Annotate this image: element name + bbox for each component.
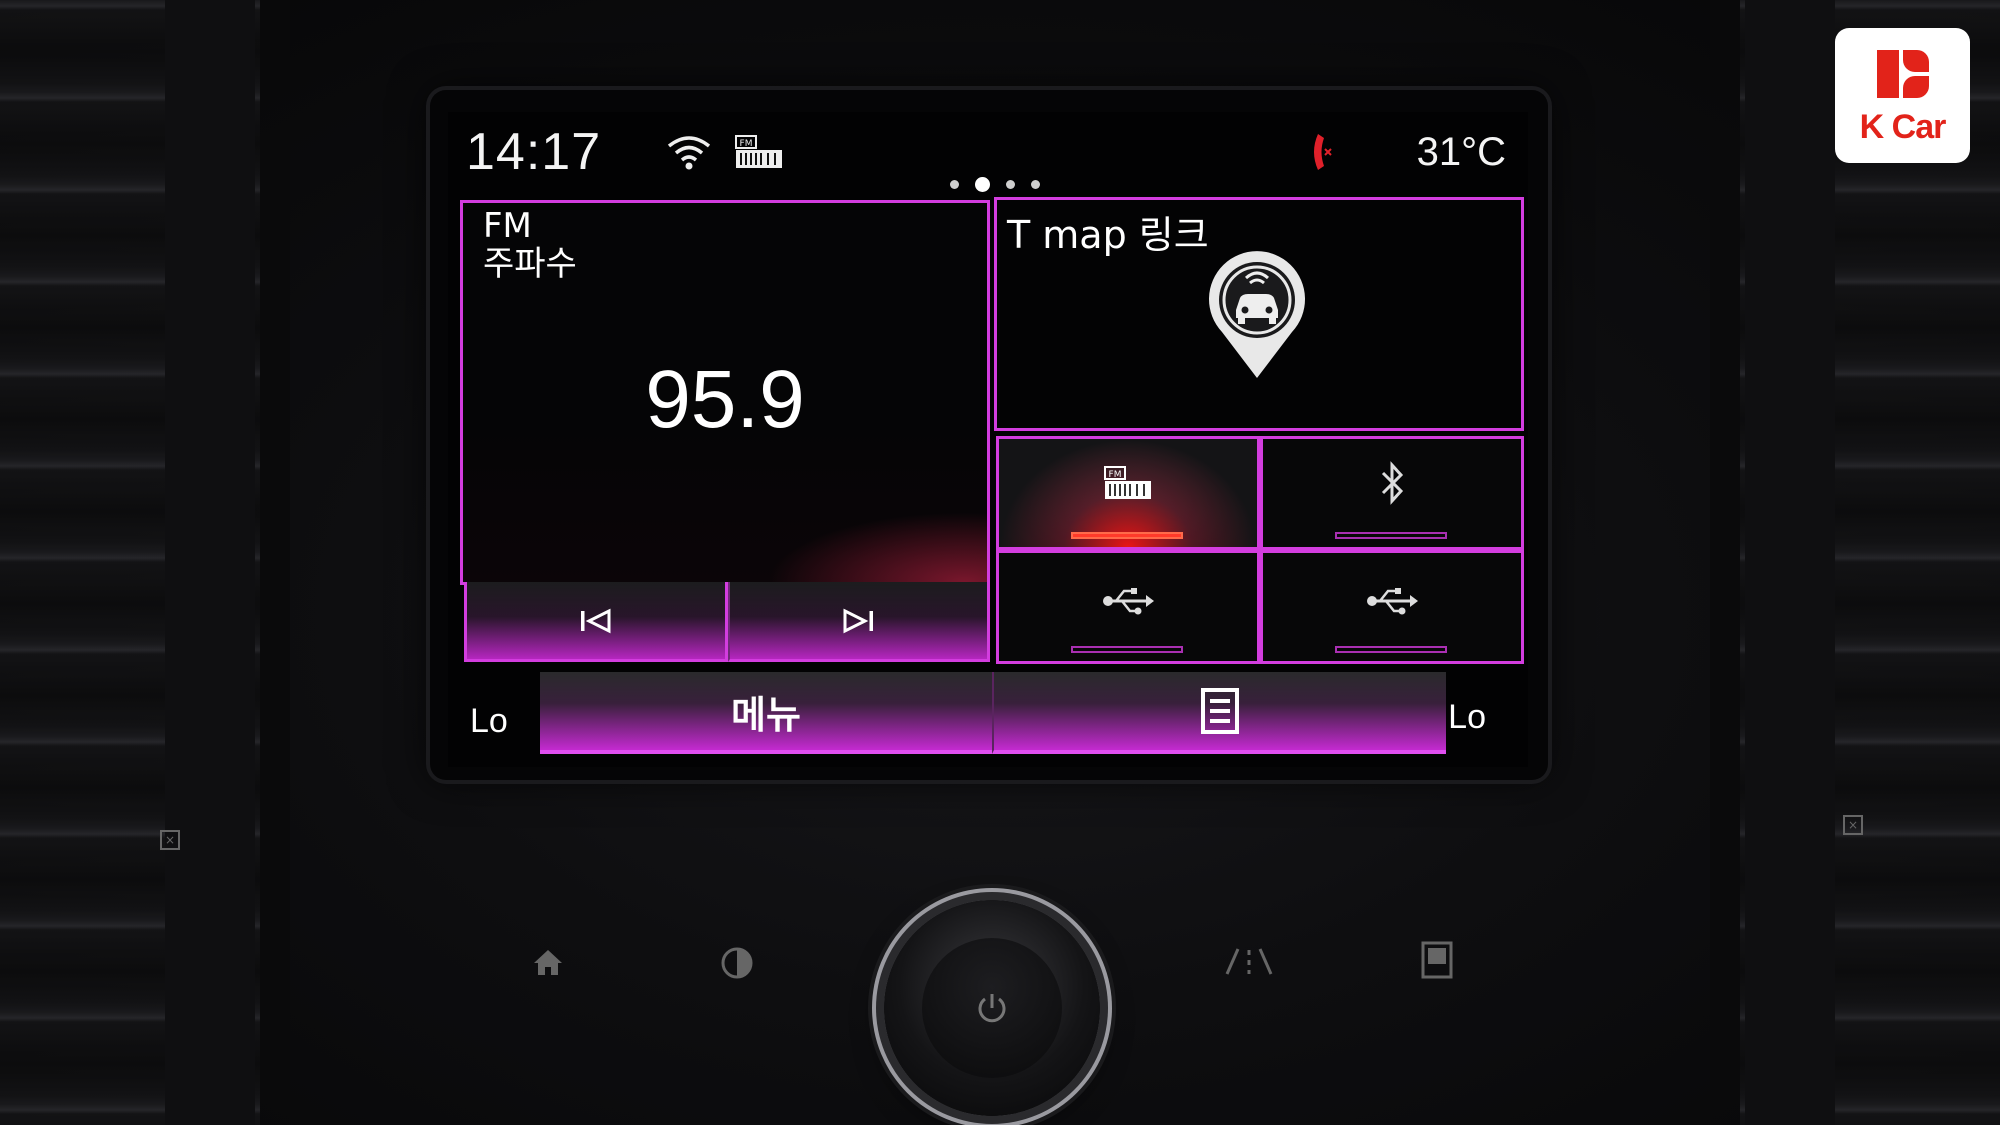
list-button[interactable] [992, 672, 1446, 754]
tmap-car-pin-icon [1209, 251, 1305, 378]
home-icon[interactable] [532, 946, 564, 978]
k-car-logo: K Car [1835, 28, 1970, 163]
fm-radio-icon: FM [1104, 466, 1151, 499]
k-car-wordmark: K Car [1859, 108, 1947, 146]
usb-icon [1103, 588, 1154, 615]
svg-text:FM: FM [740, 139, 753, 149]
source-usb-1-button[interactable] [996, 550, 1260, 664]
wifi-icon [667, 136, 711, 170]
source-active-bar [1071, 532, 1183, 539]
vent-close-icon: × [1843, 815, 1863, 835]
next-station-button[interactable] [727, 582, 990, 662]
volume-power-knob[interactable] [884, 900, 1100, 1116]
frequency-label: 주파수 [483, 244, 577, 284]
source-usb-2-button[interactable] [1260, 550, 1524, 664]
outside-temperature: 31°C [1416, 130, 1506, 174]
page-dot[interactable] [1031, 180, 1040, 189]
fm-radio-widget[interactable]: FM 주파수 95.9 [460, 200, 990, 585]
previous-station-button[interactable] [464, 582, 728, 662]
fm-signal-glow [767, 512, 987, 582]
phone-missed-icon [1314, 134, 1332, 170]
source-inactive-bar [1071, 646, 1183, 653]
audio-source-grid: FM [996, 436, 1524, 664]
fm-band-label: FM [483, 206, 532, 246]
source-bluetooth-button[interactable] [1260, 436, 1524, 550]
page-dot[interactable] [950, 180, 959, 189]
bluetooth-icon [1381, 461, 1404, 505]
menu-button-label: 메뉴 [731, 692, 801, 737]
current-frequency: 95.9 [645, 354, 805, 445]
lane-assist-icon[interactable] [1224, 946, 1274, 976]
source-inactive-bar [1335, 646, 1447, 653]
infotainment-screen: 14:17 FM 31°C FM 주파수 95.9 T map 링크 FM Lo… [448, 112, 1528, 767]
right-climate-setting: Lo [1448, 698, 1486, 736]
fm-widget-title: FM 주파수 [483, 207, 577, 283]
page-dot[interactable] [1006, 180, 1015, 189]
seek-controls [464, 582, 990, 662]
right-vent-pillar [1745, 0, 1835, 1125]
fm-radio-icon: FM [735, 135, 782, 168]
list-icon [1201, 688, 1239, 734]
page-indicator[interactable] [942, 174, 1048, 192]
brightness-icon[interactable] [720, 946, 754, 980]
menu-button[interactable]: 메뉴 [540, 672, 992, 754]
clock: 14:17 [466, 123, 602, 181]
tmap-link-widget[interactable]: T map 링크 [994, 197, 1524, 431]
source-fm-button[interactable]: FM [996, 436, 1260, 550]
k-car-mark-icon [1877, 50, 1929, 98]
usb-icon [1367, 588, 1418, 615]
source-inactive-bar [1335, 532, 1447, 539]
left-vent-pillar [165, 0, 255, 1125]
display-off-icon[interactable] [1420, 940, 1454, 980]
page-dot-active[interactable] [975, 177, 990, 192]
tmap-widget-title: T map 링크 [1007, 213, 1209, 257]
vent-close-icon: × [160, 830, 180, 850]
power-icon [978, 994, 1006, 1023]
svg-text:FM: FM [1109, 470, 1122, 480]
previous-track-icon [580, 608, 611, 633]
left-climate-setting: Lo [470, 702, 508, 740]
status-bar: 14:17 FM 31°C [448, 112, 1528, 200]
next-track-icon [843, 608, 874, 633]
knob-center[interactable] [922, 938, 1062, 1078]
bottom-action-bar: 메뉴 [540, 672, 1446, 754]
